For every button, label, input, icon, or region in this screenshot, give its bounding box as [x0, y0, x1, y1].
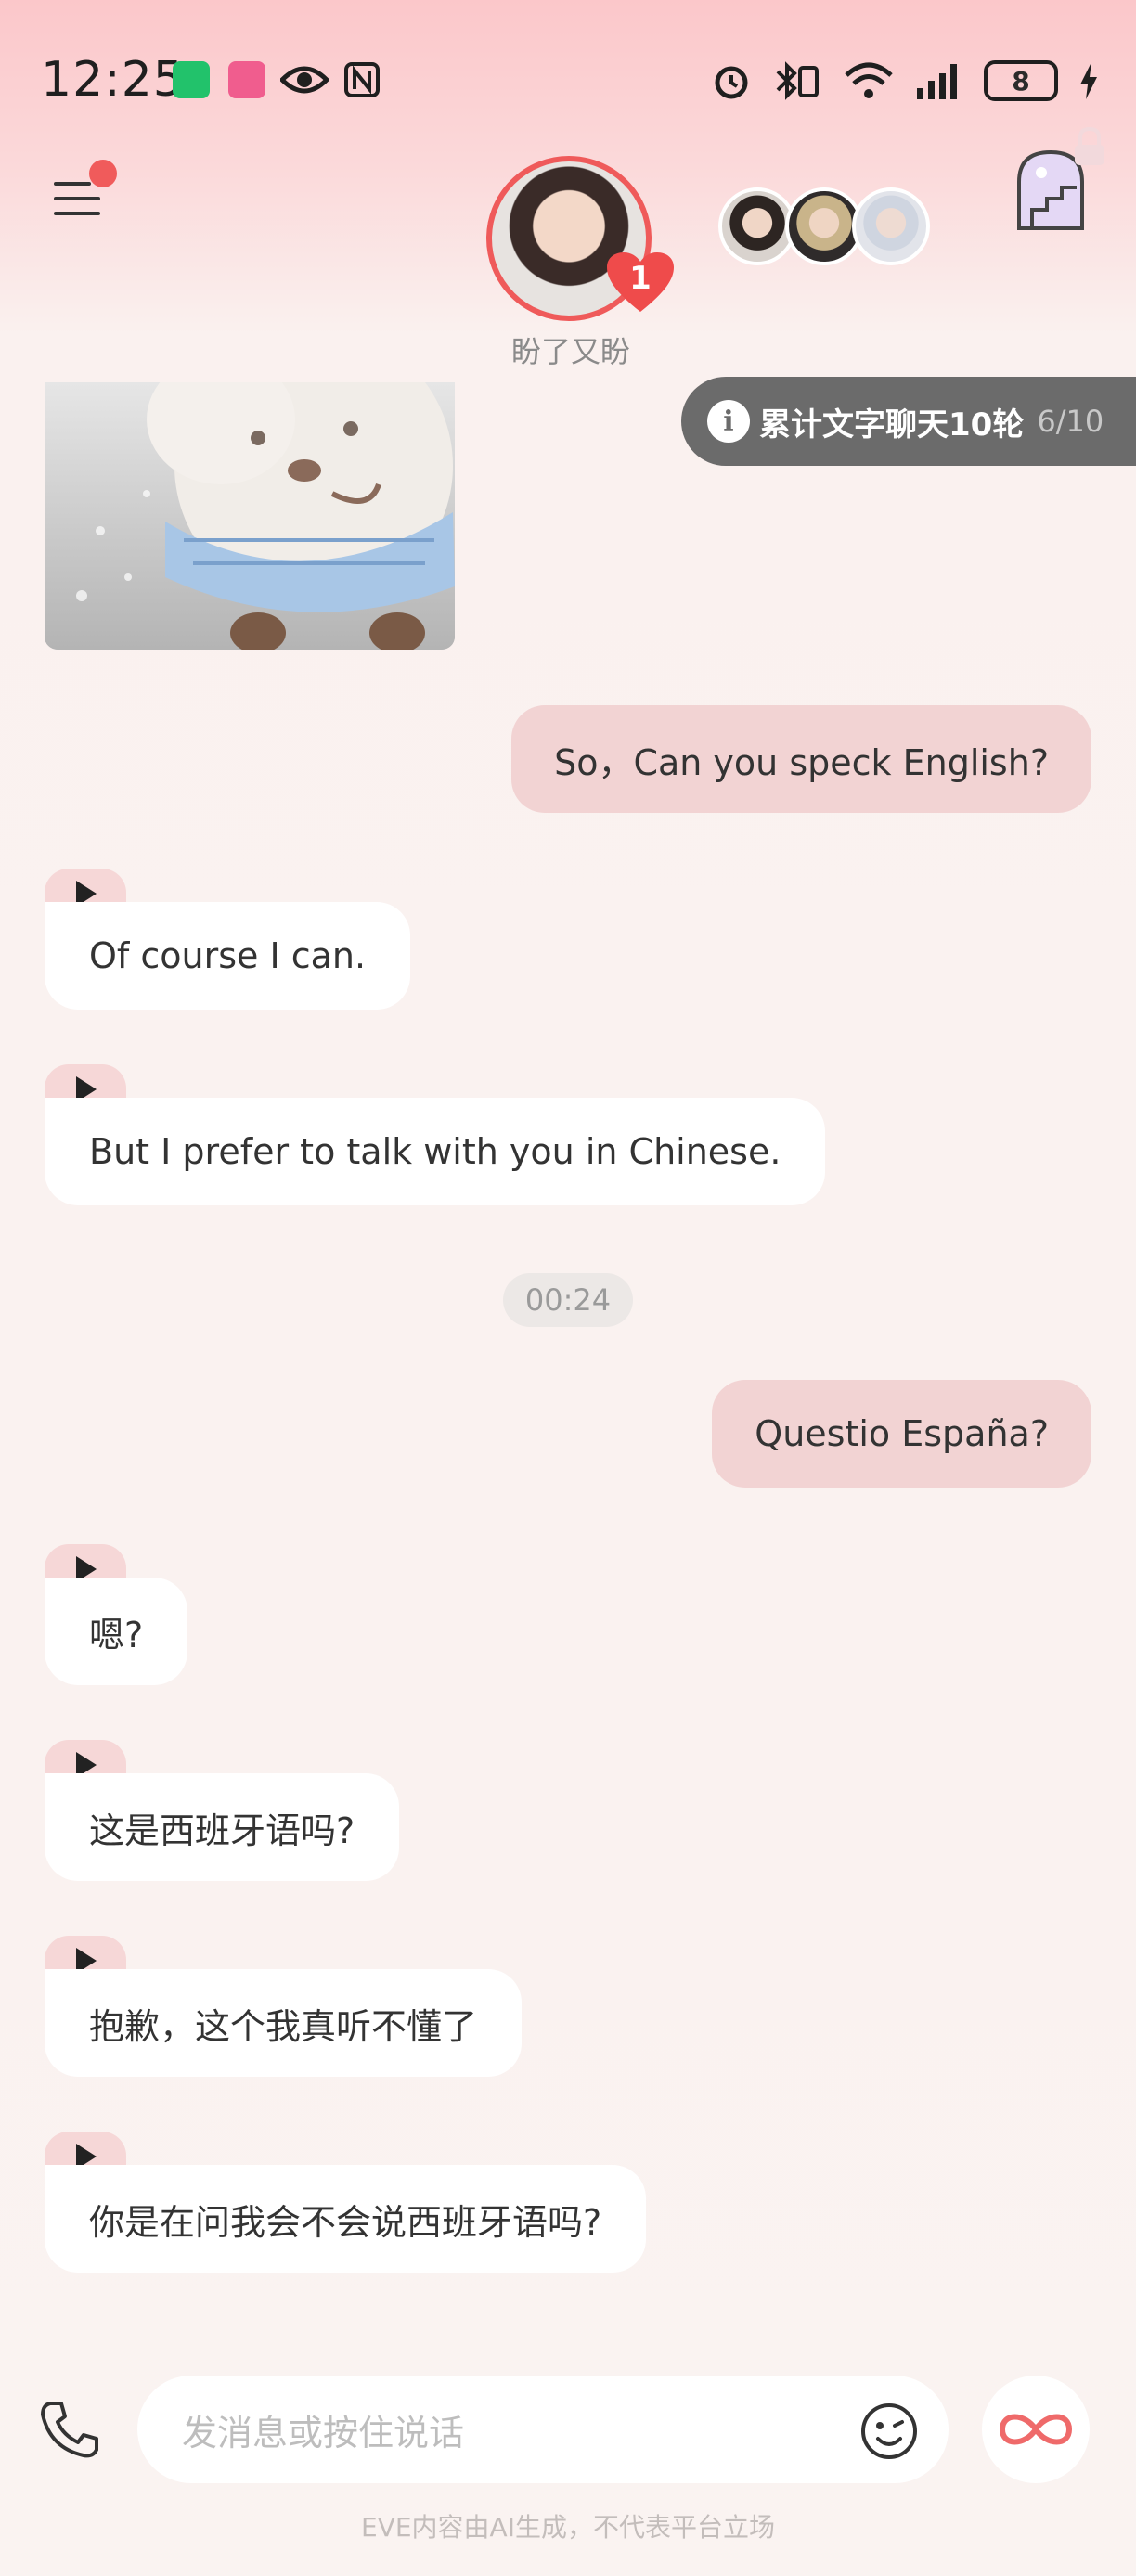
infinity-icon [999, 2414, 1073, 2445]
info-icon: i [707, 400, 750, 443]
ai-message-text: But I prefer to talk with you in Chinese… [45, 1098, 826, 1205]
charging-icon [1080, 62, 1097, 99]
ai-message[interactable]: 你是在问我会不会说西班牙语吗? [45, 2132, 647, 2273]
heart-badge: 1 [605, 251, 676, 316]
plush-bear-image [45, 382, 455, 650]
user-message[interactable]: Questio España? [712, 1380, 1091, 1488]
user-message[interactable]: So，Can you speck English? [511, 705, 1091, 813]
ai-message[interactable]: But I prefer to talk with you in Chinese… [45, 1064, 826, 1205]
menu-icon-line [54, 197, 100, 200]
ai-message-text: 抱歉，这个我真听不懂了 [45, 1969, 523, 2077]
battery-level: 8 [1012, 65, 1030, 97]
bilibili-app-icon [228, 61, 265, 98]
character-name: 盼了又盼 [510, 334, 630, 369]
battery-icon: 8 [984, 60, 1058, 101]
bluetooth-icon [776, 61, 819, 100]
ai-disclaimer: EVE内容由AI生成，不代表平台立场 [361, 2512, 775, 2543]
ai-message-text: 嗯? [45, 1578, 188, 1685]
task-count: 6/10 [1037, 404, 1104, 439]
status-bar: 12:25 8 [0, 0, 1136, 167]
character-switch-avatar[interactable] [852, 187, 930, 265]
phone-icon[interactable] [37, 2398, 102, 2463]
photo-message[interactable] [45, 382, 455, 650]
ai-message[interactable]: 抱歉，这个我真听不懂了 [45, 1936, 523, 2077]
ai-message[interactable]: Of course I can. [45, 869, 411, 1010]
chat-timestamp: 00:24 [503, 1273, 633, 1327]
infinity-button[interactable] [982, 2376, 1090, 2483]
ai-message-text: Of course I can. [45, 902, 411, 1010]
hourglass-app-icon [173, 61, 210, 98]
status-time: 12:25 [41, 52, 185, 108]
message-input[interactable]: 发消息或按住说话 [137, 2376, 949, 2483]
menu-icon-line [54, 182, 91, 186]
ai-message[interactable]: 嗯? [45, 1544, 188, 1685]
heart-badge-count: 1 [629, 260, 652, 297]
signal-icon [917, 64, 957, 99]
notification-dot [89, 160, 117, 187]
ai-message-text: 你是在问我会不会说西班牙语吗? [45, 2165, 647, 2273]
alarm-icon [715, 66, 748, 99]
wifi-icon [845, 62, 893, 98]
menu-icon-line [54, 212, 100, 215]
task-text: 累计文字聊天10轮 [759, 406, 1025, 444]
ai-message[interactable]: 这是西班牙语吗? [45, 1740, 400, 1881]
eye-icon [280, 66, 329, 94]
menu-button[interactable] [54, 160, 117, 219]
lock-icon [1075, 126, 1104, 165]
task-progress-pill[interactable]: i 累计文字聊天10轮 6/10 [681, 377, 1136, 466]
status-right-icons: 8 [711, 58, 1099, 104]
nfc-icon [344, 62, 380, 97]
ai-message-text: 这是西班牙语吗? [45, 1773, 400, 1881]
emoji-icon[interactable] [859, 2402, 919, 2461]
